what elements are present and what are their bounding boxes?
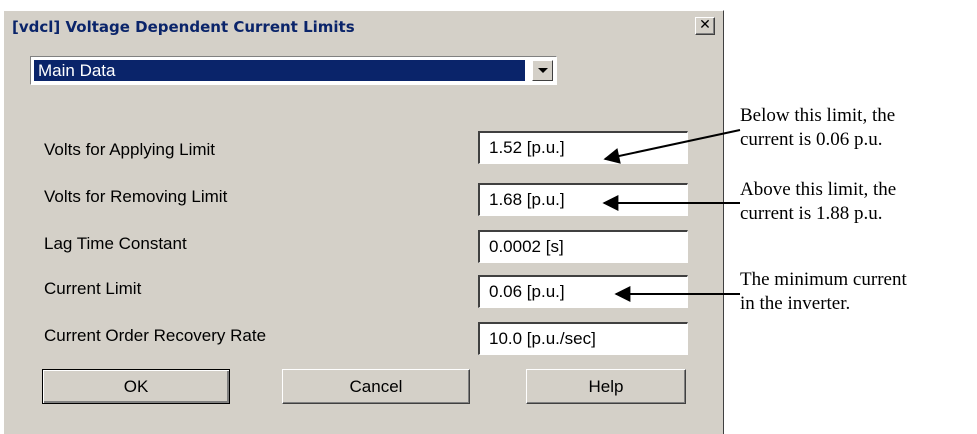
annotation-arrows xyxy=(602,129,741,302)
arrow-applying-limit xyxy=(603,129,741,164)
